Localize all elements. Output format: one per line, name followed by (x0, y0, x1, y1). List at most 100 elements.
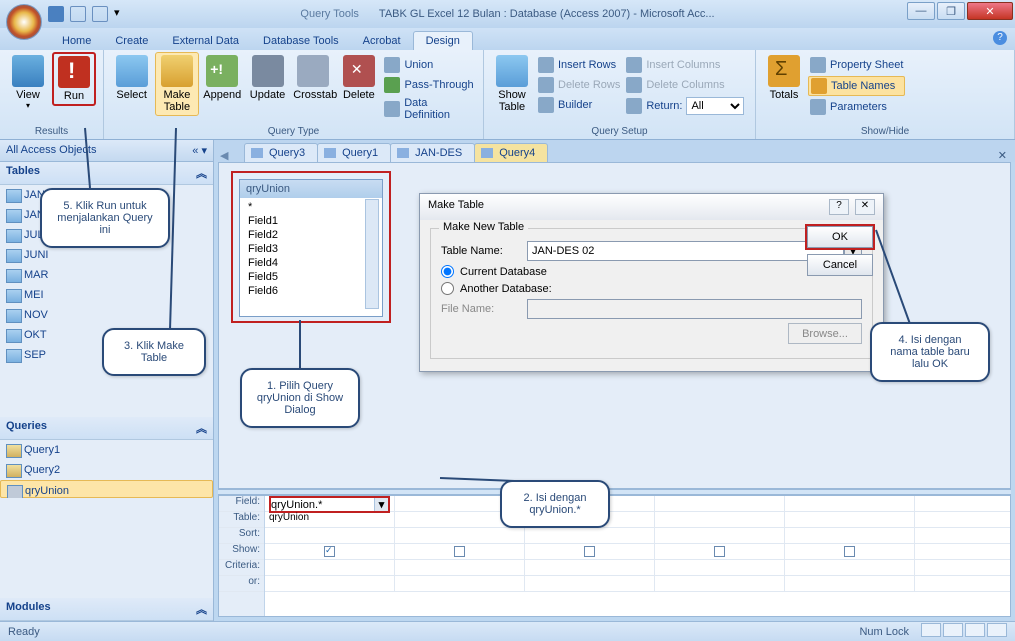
tab-design[interactable]: Design (413, 31, 473, 50)
status-numlock: Num Lock (859, 626, 909, 638)
totals-button[interactable]: Totals (762, 52, 806, 104)
field-item[interactable]: * (240, 200, 382, 214)
update-button[interactable]: Update (246, 52, 289, 104)
office-button[interactable] (6, 4, 42, 40)
return-select[interactable]: All (686, 97, 744, 115)
maximize-button[interactable]: ❐ (937, 2, 965, 20)
collapse-icon[interactable]: ︽ (196, 420, 207, 436)
show-checkbox[interactable] (454, 546, 465, 557)
another-db-radio[interactable] (441, 282, 454, 295)
chevron-down-icon[interactable]: ▾ (374, 498, 388, 511)
insert-rows-button[interactable]: Insert Rows (536, 56, 622, 74)
doc-tab[interactable]: Query3 (244, 143, 318, 162)
save-icon[interactable] (48, 6, 64, 22)
nav-queries-list: Query1Query2qryUnion (0, 440, 213, 498)
cancel-button[interactable]: Cancel (807, 254, 873, 276)
help-icon[interactable]: ? (993, 31, 1007, 45)
tab-create[interactable]: Create (103, 32, 160, 50)
nav-section-modules[interactable]: Modules︽ (0, 598, 213, 621)
collapse-icon[interactable]: ︽ (196, 165, 207, 181)
doc-tab[interactable]: JAN-DES (390, 143, 475, 162)
source-table[interactable]: qryUnion *Field1Field2Field3Field4Field5… (239, 179, 383, 317)
property-sheet-button[interactable]: Property Sheet (808, 56, 905, 74)
nav-section-tables[interactable]: Tables︽ (0, 162, 213, 185)
dialog-titlebar[interactable]: Make Table ?✕ (420, 194, 883, 220)
field-dropdown[interactable]: qryUnion.*▾ (269, 496, 390, 513)
run-button[interactable]: Run (52, 52, 96, 106)
nav-item-table[interactable]: MEI (0, 285, 213, 305)
qbe-grid[interactable]: Field:Table:Sort:Show:Criteria:or: qryUn… (218, 495, 1011, 617)
ok-button[interactable]: OK (807, 226, 873, 248)
view-switcher[interactable] (919, 623, 1007, 640)
table-cell[interactable]: qryUnion (265, 512, 395, 527)
source-table-title: qryUnion (240, 180, 382, 198)
field-item[interactable]: Field6 (240, 284, 382, 298)
union-button[interactable]: Union (382, 56, 476, 74)
qat-more-icon[interactable]: ▾ (114, 6, 130, 22)
nav-item-table[interactable]: MAR (0, 265, 213, 285)
nav-section-queries[interactable]: Queries︽ (0, 417, 213, 440)
doc-tab[interactable]: Query1 (317, 143, 391, 162)
tab-external-data[interactable]: External Data (160, 32, 251, 50)
show-checkbox[interactable] (324, 546, 335, 557)
callout-2: 2. Isi dengan qryUnion.* (500, 480, 610, 528)
field-item[interactable]: Field5 (240, 270, 382, 284)
delete-rows-button[interactable]: Delete Rows (536, 76, 622, 94)
another-db-label: Another Database: (460, 283, 552, 295)
tab-database-tools[interactable]: Database Tools (251, 32, 351, 50)
nav-header[interactable]: All Access Objects« ▾ (0, 140, 213, 162)
insert-rows-icon (538, 57, 554, 73)
ribbon-tabs: Home Create External Data Database Tools… (0, 28, 1015, 50)
dialog-help-icon[interactable]: ? (829, 199, 849, 215)
datadef-icon (384, 101, 400, 117)
tablenames-icon (811, 78, 827, 94)
nav-item-query[interactable]: Query1 (0, 440, 213, 460)
show-checkbox[interactable] (714, 546, 725, 557)
field-item[interactable]: Field2 (240, 228, 382, 242)
doc-tab-active[interactable]: Query4 (474, 143, 548, 162)
show-checkbox[interactable] (584, 546, 595, 557)
view-button[interactable]: View▾ (6, 52, 50, 113)
current-db-radio[interactable] (441, 265, 454, 278)
show-checkbox[interactable] (844, 546, 855, 557)
datadef-button[interactable]: Data Definition (382, 96, 476, 122)
table-names-button[interactable]: Table Names (808, 76, 905, 96)
chevron-down-icon[interactable]: « ▾ (192, 144, 207, 157)
qbe-label: Sort: (219, 528, 264, 544)
crosstab-button[interactable]: Crosstab (291, 52, 335, 104)
redo-icon[interactable] (92, 6, 108, 22)
close-button[interactable]: ✕ (967, 2, 1013, 20)
passthrough-button[interactable]: Pass-Through (382, 76, 476, 94)
parameters-button[interactable]: Parameters (808, 98, 905, 116)
delete-cols-button[interactable]: Delete Columns (624, 76, 746, 94)
tab-home[interactable]: Home (50, 32, 103, 50)
insert-cols-button[interactable]: Insert Columns (624, 56, 746, 74)
delete-button[interactable]: Delete (337, 52, 380, 104)
dialog-close-icon[interactable]: ✕ (855, 199, 875, 215)
delete-rows-icon (538, 77, 554, 93)
browse-button: Browse... (788, 323, 862, 344)
field-item[interactable]: Field4 (240, 256, 382, 270)
nav-item-query[interactable]: qryUnion (0, 480, 213, 498)
status-bar: Ready Num Lock (0, 621, 1015, 641)
nav-item-query[interactable]: Query2 (0, 460, 213, 480)
append-button[interactable]: Append (201, 52, 244, 104)
show-table-button[interactable]: Show Table (490, 52, 534, 116)
scrollbar[interactable] (365, 199, 379, 309)
qbe-columns[interactable]: qryUnion.*▾ qryUnion (265, 496, 1010, 616)
nav-item-table[interactable]: JUNI (0, 245, 213, 265)
make-table-button[interactable]: Make Table (155, 52, 198, 116)
select-button[interactable]: Select (110, 52, 153, 104)
builder-button[interactable]: Builder (536, 96, 622, 114)
field-item[interactable]: Field1 (240, 214, 382, 228)
field-item[interactable]: Field3 (240, 242, 382, 256)
tab-acrobat[interactable]: Acrobat (351, 32, 413, 50)
tablename-input[interactable] (527, 241, 844, 261)
globe-icon (384, 77, 400, 93)
collapse-icon[interactable]: ︽ (196, 601, 207, 617)
minimize-button[interactable]: — (907, 2, 935, 20)
source-field-list[interactable]: *Field1Field2Field3Field4Field5Field6 (240, 198, 382, 300)
undo-icon[interactable] (70, 6, 86, 22)
tablename-label: Table Name: (441, 245, 521, 257)
nav-item-table[interactable]: NOV (0, 305, 213, 325)
